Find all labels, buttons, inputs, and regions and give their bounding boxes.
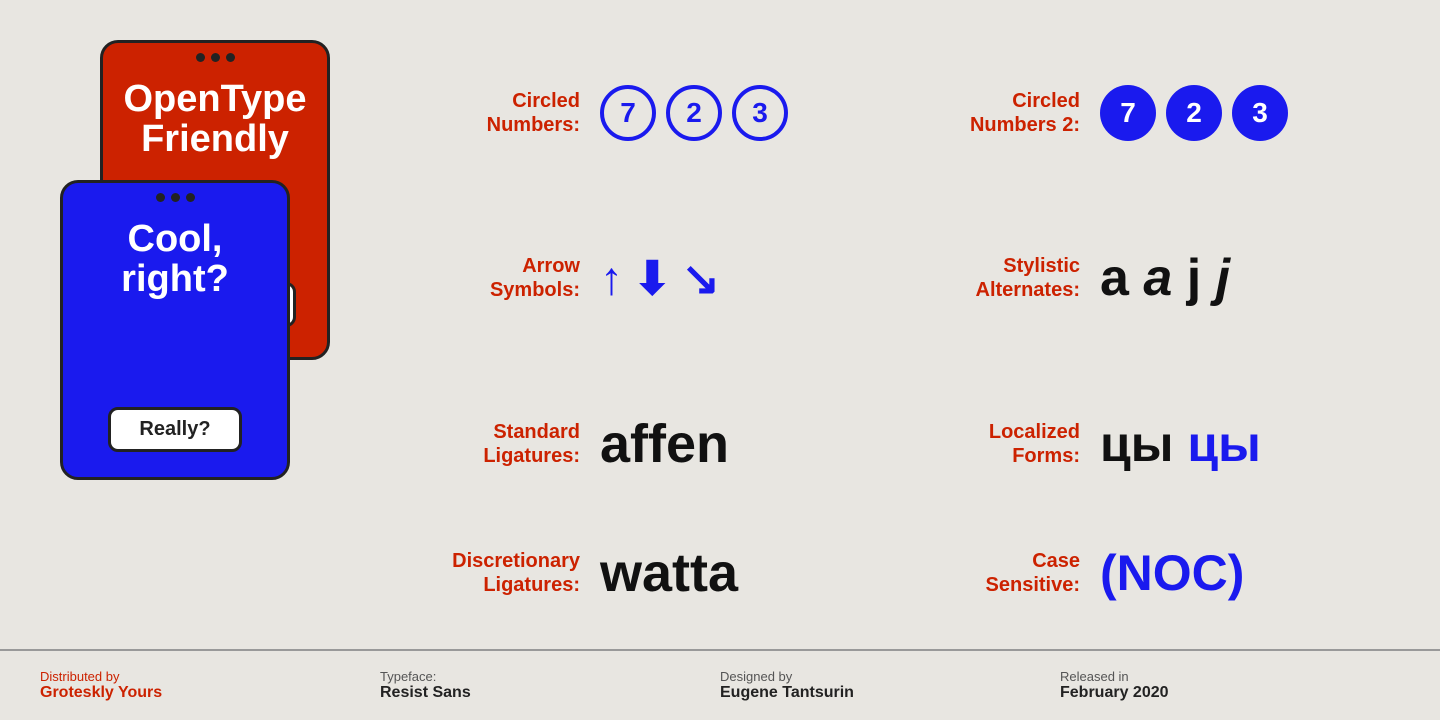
stylistic-j-regular: j bbox=[1187, 249, 1216, 307]
phone-front-dot-3 bbox=[186, 193, 195, 202]
footer-distributed-label: Distributed by bbox=[40, 669, 380, 684]
footer-typeface: Typeface: Resist Sans bbox=[380, 669, 720, 702]
localized-forms-label: LocalizedForms: bbox=[920, 420, 1080, 468]
content-area: OpenType Friendly Awesome! Cool, right? … bbox=[0, 0, 1440, 649]
circled-numbers-2-label: CircledNumbers 2: bbox=[920, 89, 1080, 137]
features-section: CircledNumbers: 7 2 3 CircledNumbers 2: … bbox=[360, 30, 1400, 619]
discretionary-ligatures-label: DiscretionaryLigatures: bbox=[420, 549, 580, 597]
phone-back-top-bar bbox=[196, 43, 235, 70]
phone-front-button: Really? bbox=[108, 407, 241, 452]
phone-dot-2 bbox=[211, 53, 220, 62]
footer-distributed-value: Groteskly Yours bbox=[40, 684, 380, 702]
arrow-up-icon: ↑ bbox=[600, 255, 623, 301]
feature-circled-numbers-2: CircledNumbers 2: 7 2 3 bbox=[900, 30, 1400, 196]
feature-standard-ligatures: StandardLigatures: affen bbox=[400, 361, 900, 527]
phone-front-title: Cool, right? bbox=[63, 210, 287, 407]
footer-release: Released in February 2020 bbox=[1060, 669, 1400, 702]
footer-typeface-value: Resist Sans bbox=[380, 684, 720, 702]
feature-arrow-symbols: ArrowSymbols: ↑ ⬇ ↘ bbox=[400, 196, 900, 362]
feature-circled-numbers: CircledNumbers: 7 2 3 bbox=[400, 30, 900, 196]
circled-7-outline: 7 bbox=[600, 85, 656, 141]
footer-designed-label: Designed by bbox=[720, 669, 1060, 684]
standard-ligatures-value: affen bbox=[600, 413, 729, 475]
stylistic-alternates-label: StylisticAlternates: bbox=[920, 254, 1080, 302]
circled-2-filled: 2 bbox=[1166, 85, 1222, 141]
arrow-down-circle-icon: ⬇ bbox=[633, 255, 672, 301]
stylistic-a-regular: a bbox=[1100, 249, 1143, 307]
footer-typeface-label: Typeface: bbox=[380, 669, 720, 684]
arrow-diagonal-icon: ↘ bbox=[682, 255, 721, 301]
localized-cyrillic-dark: цы bbox=[1100, 416, 1187, 472]
arrow-symbols-value: ↑ ⬇ ↘ bbox=[600, 255, 720, 301]
phone-dot-1 bbox=[196, 53, 205, 62]
footer-released-value: February 2020 bbox=[1060, 684, 1400, 702]
footer: Distributed by Groteskly Yours Typeface:… bbox=[0, 649, 1440, 720]
stylistic-j-alt: j bbox=[1216, 249, 1230, 307]
circled-numbers-label: CircledNumbers: bbox=[420, 89, 580, 137]
phone-dot-3 bbox=[226, 53, 235, 62]
feature-localized-forms: LocalizedForms: цы цы bbox=[900, 361, 1400, 527]
stylistic-a-alt: a bbox=[1143, 249, 1186, 307]
stylistic-alternates-value: a a j j bbox=[1100, 248, 1230, 308]
localized-forms-value: цы цы bbox=[1100, 415, 1261, 473]
footer-released-label: Released in bbox=[1060, 669, 1400, 684]
circled-2-outline: 2 bbox=[666, 85, 722, 141]
circled-7-filled: 7 bbox=[1100, 85, 1156, 141]
page-container: OpenType Friendly Awesome! Cool, right? … bbox=[0, 0, 1440, 720]
discretionary-ligatures-value: watta bbox=[600, 542, 738, 604]
feature-discretionary-ligatures: DiscretionaryLigatures: watta bbox=[400, 527, 900, 619]
circled-numbers-value: 7 2 3 bbox=[600, 85, 788, 141]
standard-ligatures-label: StandardLigatures: bbox=[420, 420, 580, 468]
phone-section: OpenType Friendly Awesome! Cool, right? … bbox=[40, 30, 360, 619]
circled-3-filled: 3 bbox=[1232, 85, 1288, 141]
phone-front: Cool, right? Really? bbox=[60, 180, 290, 480]
footer-designer: Designed by Eugene Tantsurin bbox=[720, 669, 1060, 702]
arrow-symbols-label: ArrowSymbols: bbox=[420, 254, 580, 302]
feature-case-sensitive: CaseSensitive: (NOC) bbox=[900, 527, 1400, 619]
phone-front-dot-2 bbox=[171, 193, 180, 202]
footer-designed-value: Eugene Tantsurin bbox=[720, 684, 1060, 702]
localized-cyrillic-blue: цы bbox=[1187, 416, 1260, 472]
footer-distributed: Distributed by Groteskly Yours bbox=[40, 669, 380, 702]
phone-front-top-bar bbox=[156, 183, 195, 210]
circled-3-outline: 3 bbox=[732, 85, 788, 141]
phone-front-dot-1 bbox=[156, 193, 165, 202]
case-sensitive-label: CaseSensitive: bbox=[920, 549, 1080, 597]
case-sensitive-value: (NOC) bbox=[1100, 544, 1244, 602]
feature-stylistic-alternates: StylisticAlternates: a a j j bbox=[900, 196, 1400, 362]
circled-numbers-2-value: 7 2 3 bbox=[1100, 85, 1288, 141]
